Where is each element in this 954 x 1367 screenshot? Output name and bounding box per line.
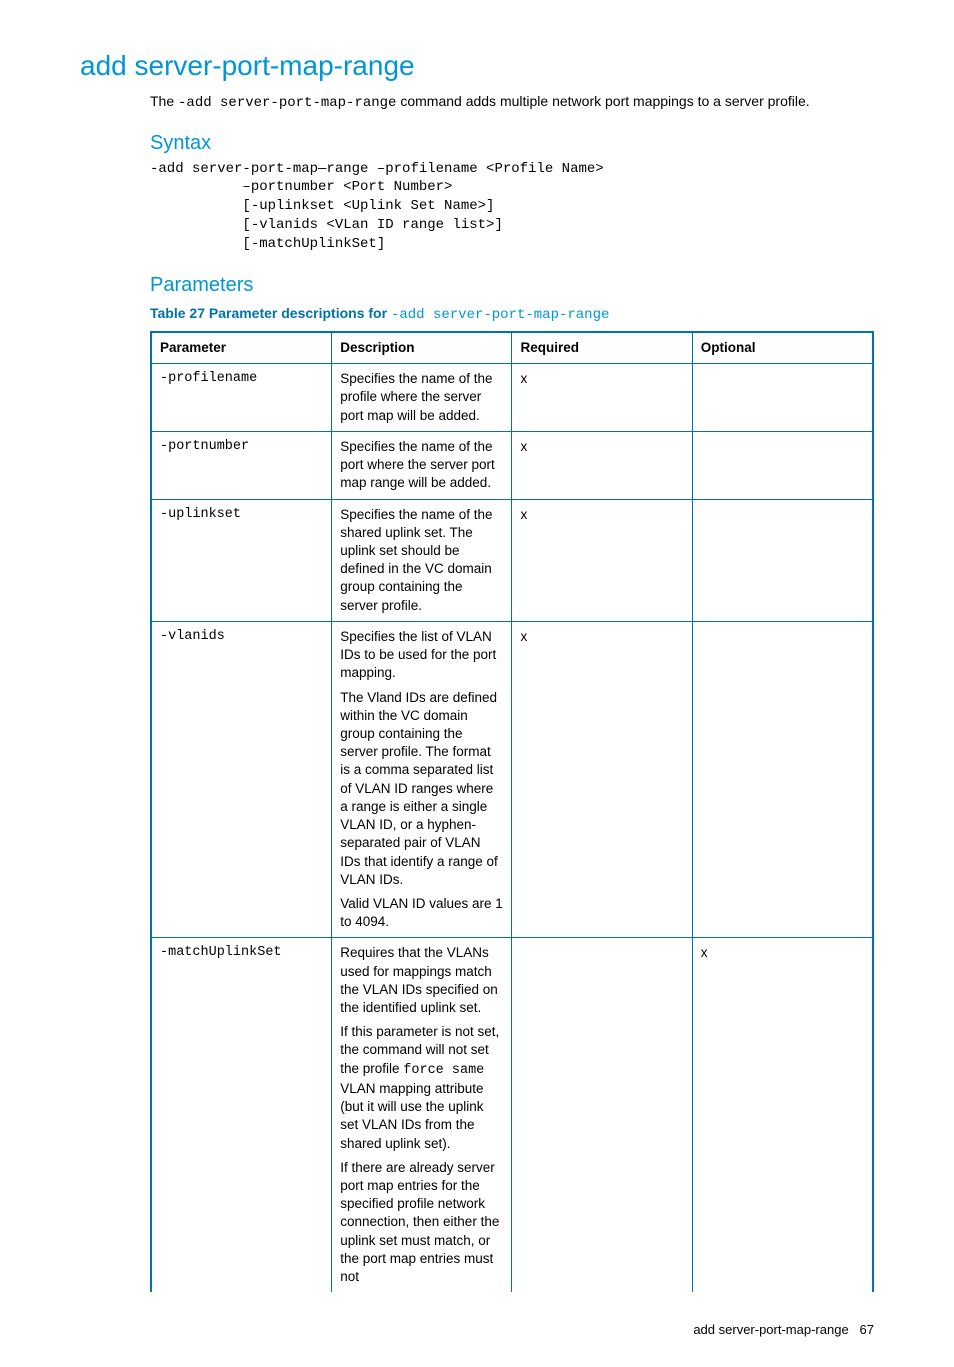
- caption-code: -add server-port-map-range: [391, 307, 609, 323]
- table-row: -profilename Specifies the name of the p…: [151, 364, 873, 432]
- cell-required: x: [512, 499, 692, 621]
- caption-label: Table 27 Parameter descriptions for: [150, 305, 391, 321]
- header-optional: Optional: [692, 332, 873, 364]
- table-row: -vlanids Specifies the list of VLAN IDs …: [151, 621, 873, 938]
- cell-parameter: -matchUplinkSet: [151, 938, 332, 1292]
- cell-optional: [692, 621, 873, 938]
- table-row: -uplinkset Specifies the name of the sha…: [151, 499, 873, 621]
- cell-parameter: -profilename: [151, 364, 332, 432]
- intro-paragraph: The -add server-port-map-range command a…: [150, 92, 874, 114]
- cell-required: x: [512, 431, 692, 499]
- parameters-table: Parameter Description Required Optional …: [150, 331, 874, 1292]
- cell-optional: [692, 431, 873, 499]
- intro-code: -add server-port-map-range: [178, 95, 396, 111]
- cell-required: x: [512, 621, 692, 938]
- page-footer: add server-port-map-range 67: [80, 1322, 874, 1337]
- header-description: Description: [332, 332, 512, 364]
- header-parameter: Parameter: [151, 332, 332, 364]
- header-required: Required: [512, 332, 692, 364]
- cell-required: x: [512, 364, 692, 432]
- cell-required: [512, 938, 692, 1292]
- cell-optional: x: [692, 938, 873, 1292]
- footer-text: add server-port-map-range: [693, 1322, 848, 1337]
- table-caption: Table 27 Parameter descriptions for -add…: [150, 305, 874, 323]
- cell-parameter: -vlanids: [151, 621, 332, 938]
- parameters-heading: Parameters: [150, 274, 874, 297]
- cell-optional: [692, 499, 873, 621]
- syntax-block: -add server-port-map—range –profilename …: [150, 160, 874, 254]
- cell-optional: [692, 364, 873, 432]
- cell-parameter: -uplinkset: [151, 499, 332, 621]
- footer-page-number: 67: [860, 1322, 874, 1337]
- cell-description: Requires that the VLANs used for mapping…: [332, 938, 512, 1292]
- cell-description: Specifies the name of the port where the…: [332, 431, 512, 499]
- page-title: add server-port-map-range: [80, 50, 874, 82]
- cell-description: Specifies the list of VLAN IDs to be use…: [332, 621, 512, 938]
- table-row: -matchUplinkSet Requires that the VLANs …: [151, 938, 873, 1292]
- cell-description: Specifies the name of the profile where …: [332, 364, 512, 432]
- cell-description: Specifies the name of the shared uplink …: [332, 499, 512, 621]
- cell-parameter: -portnumber: [151, 431, 332, 499]
- table-row: -portnumber Specifies the name of the po…: [151, 431, 873, 499]
- intro-post: command adds multiple network port mappi…: [396, 93, 809, 109]
- intro-pre: The: [150, 93, 178, 109]
- syntax-heading: Syntax: [150, 132, 874, 155]
- table-header-row: Parameter Description Required Optional: [151, 332, 873, 364]
